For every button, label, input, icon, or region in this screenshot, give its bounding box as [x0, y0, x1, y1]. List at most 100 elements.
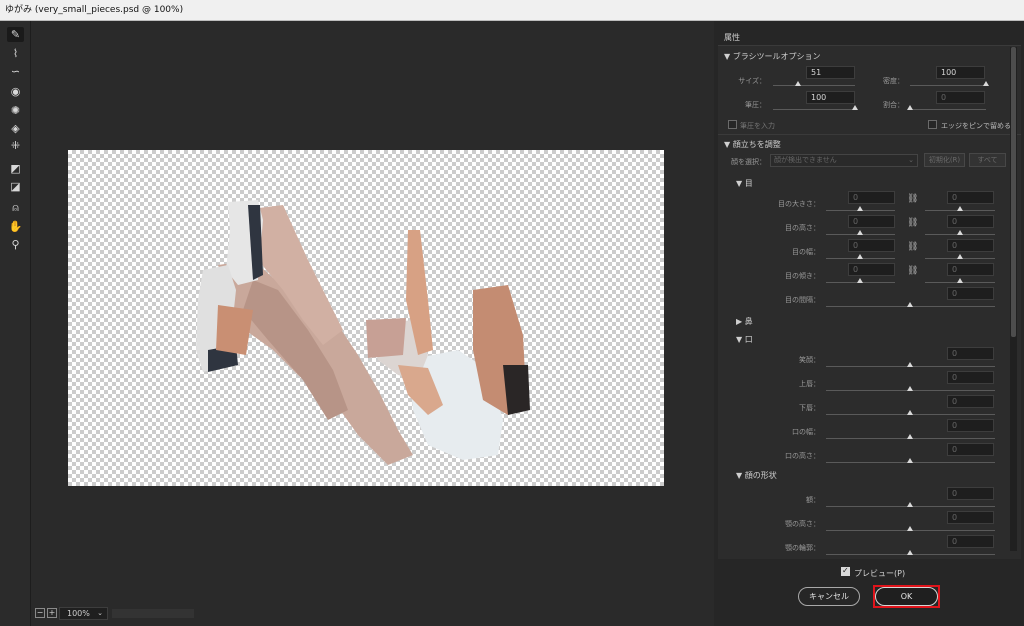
mouth-height-handle[interactable]: [907, 458, 913, 463]
forehead-input[interactable]: 0: [947, 487, 994, 500]
link-icon[interactable]: ⛓: [907, 266, 918, 276]
hand-tool-icon[interactable]: ✋: [7, 219, 24, 234]
size-input[interactable]: 51: [806, 66, 855, 79]
smile-handle[interactable]: [907, 362, 913, 367]
zoom-tool-icon[interactable]: ⚲: [7, 237, 24, 252]
forehead-label: 額：: [806, 496, 820, 504]
rate-slider-handle[interactable]: [907, 105, 913, 110]
preview-canvas-area[interactable]: − + 100% ⌄: [31, 21, 714, 626]
all-button[interactable]: すべて: [969, 153, 1006, 167]
chin-height-label: 顎の高さ：: [785, 520, 820, 528]
panel-vertical-scrollbar[interactable]: [1010, 47, 1017, 551]
eye-width-left-input[interactable]: 0: [848, 239, 895, 252]
chin-height-handle[interactable]: [907, 526, 913, 531]
window-title: ゆがみ (very_small_pieces.psd @ 100%): [5, 5, 184, 15]
eye-height-left-handle[interactable]: [857, 230, 863, 235]
eyes-section-header[interactable]: ▼ 目: [736, 178, 753, 189]
pressure-slider-handle[interactable]: [852, 105, 858, 110]
upper-lip-handle[interactable]: [907, 386, 913, 391]
mouth-width-label: 口の幅：: [792, 428, 820, 436]
mouth-section-header[interactable]: ▼ 口: [736, 334, 753, 345]
select-face-dropdown[interactable]: 顔が検出できません ⌄: [770, 154, 918, 167]
eye-tilt-right-input[interactable]: 0: [947, 263, 994, 276]
size-slider-handle[interactable]: [794, 81, 801, 86]
pressure-input[interactable]: 100: [806, 91, 855, 104]
reset-button[interactable]: 初期化(R): [924, 153, 965, 167]
preview-checkbox[interactable]: [841, 566, 850, 576]
eye-size-right-input[interactable]: 0: [947, 191, 994, 204]
lower-lip-input[interactable]: 0: [947, 395, 994, 408]
forehead-handle[interactable]: [907, 502, 913, 507]
zoom-in-button[interactable]: +: [47, 608, 57, 618]
face-aware-header[interactable]: ▼ 顔立ちを調整: [724, 139, 781, 150]
thaw-mask-tool-icon[interactable]: ◪: [7, 179, 24, 194]
eye-tilt-left-handle[interactable]: [857, 278, 863, 283]
pressure-slider[interactable]: [773, 109, 855, 110]
link-icon[interactable]: ⛓: [907, 242, 918, 252]
eye-distance-handle[interactable]: [907, 302, 913, 307]
zoom-out-button[interactable]: −: [35, 608, 45, 618]
ok-button[interactable]: OK: [875, 587, 938, 606]
section-divider: [718, 134, 1021, 135]
nose-section-header[interactable]: ▶ 鼻: [736, 316, 753, 327]
lower-lip-label: 下唇：: [799, 404, 820, 412]
eye-size-left-handle[interactable]: [857, 206, 863, 211]
density-input[interactable]: 100: [936, 66, 985, 79]
freeze-mask-tool-icon[interactable]: ◩: [7, 161, 24, 176]
document-canvas[interactable]: [68, 150, 664, 486]
eye-tilt-left-input[interactable]: 0: [848, 263, 895, 276]
eye-height-label: 目の高さ：: [785, 224, 820, 232]
scrollbar-thumb[interactable]: [1011, 47, 1016, 337]
lower-lip-handle[interactable]: [907, 410, 913, 415]
bloat-tool-icon[interactable]: ◈: [7, 121, 24, 136]
properties-panel: 属性 ▼ ブラシツールオプション サイズ： 51 密度： 100 筆圧： 100…: [714, 21, 1024, 626]
stylus-pressure-checkbox[interactable]: [728, 120, 737, 129]
eye-size-label: 目の大きさ：: [778, 200, 820, 208]
link-icon[interactable]: ⛓: [907, 194, 918, 204]
pucker-tool-icon[interactable]: ✺: [7, 103, 24, 118]
eye-distance-input[interactable]: 0: [947, 287, 994, 300]
eye-width-right-handle[interactable]: [957, 254, 963, 259]
density-slider[interactable]: [910, 85, 986, 86]
jawline-handle[interactable]: [907, 550, 913, 555]
tool-bar: ✎ ⌇ ∽ ◉ ✺ ◈ ⁜ ◩ ◪ ⍝ ✋ ⚲: [0, 21, 31, 626]
face-tool-icon[interactable]: ⍝: [7, 200, 24, 215]
zoom-level-select[interactable]: 100% ⌄: [59, 607, 108, 620]
forward-warp-tool-icon[interactable]: ✎: [7, 27, 24, 42]
upper-lip-input[interactable]: 0: [947, 371, 994, 384]
jawline-input[interactable]: 0: [947, 535, 994, 548]
horizontal-scrollbar[interactable]: [112, 609, 194, 618]
eye-height-right-input[interactable]: 0: [947, 215, 994, 228]
reconstruct-tool-icon[interactable]: ⌇: [7, 46, 24, 61]
link-icon[interactable]: ⛓: [907, 218, 918, 228]
zoom-level-value: 100%: [67, 609, 90, 618]
smile-input[interactable]: 0: [947, 347, 994, 360]
select-face-value: 顔が検出できません: [774, 156, 837, 164]
eye-height-left-input[interactable]: 0: [848, 215, 895, 228]
brush-options-header[interactable]: ▼ ブラシツールオプション: [724, 51, 821, 62]
size-label: サイズ：: [738, 77, 766, 85]
face-shape-section-header[interactable]: ▼ 顔の形状: [736, 470, 777, 481]
mouth-width-input[interactable]: 0: [947, 419, 994, 432]
twirl-tool-icon[interactable]: ◉: [7, 84, 24, 99]
cancel-button[interactable]: キャンセル: [798, 587, 860, 606]
eye-size-left-input[interactable]: 0: [848, 191, 895, 204]
density-slider-handle[interactable]: [983, 81, 989, 86]
eye-height-right-handle[interactable]: [957, 230, 963, 235]
rate-input[interactable]: 0: [936, 91, 985, 104]
rate-slider[interactable]: [910, 109, 986, 110]
mouth-height-input[interactable]: 0: [947, 443, 994, 456]
push-left-tool-icon[interactable]: ⁜: [7, 138, 24, 153]
pin-edges-label: エッジをピンで留める: [941, 122, 1011, 130]
size-slider[interactable]: [773, 85, 855, 86]
smooth-tool-icon[interactable]: ∽: [7, 64, 24, 79]
eye-width-left-handle[interactable]: [857, 254, 863, 259]
dialog-footer: プレビュー(P) キャンセル OK: [714, 559, 1024, 626]
eye-width-label: 目の幅：: [792, 248, 820, 256]
eye-size-right-handle[interactable]: [957, 206, 963, 211]
eye-width-right-input[interactable]: 0: [947, 239, 994, 252]
chin-height-input[interactable]: 0: [947, 511, 994, 524]
mouth-width-handle[interactable]: [907, 434, 913, 439]
eye-tilt-right-handle[interactable]: [957, 278, 963, 283]
pin-edges-checkbox[interactable]: [928, 120, 937, 129]
